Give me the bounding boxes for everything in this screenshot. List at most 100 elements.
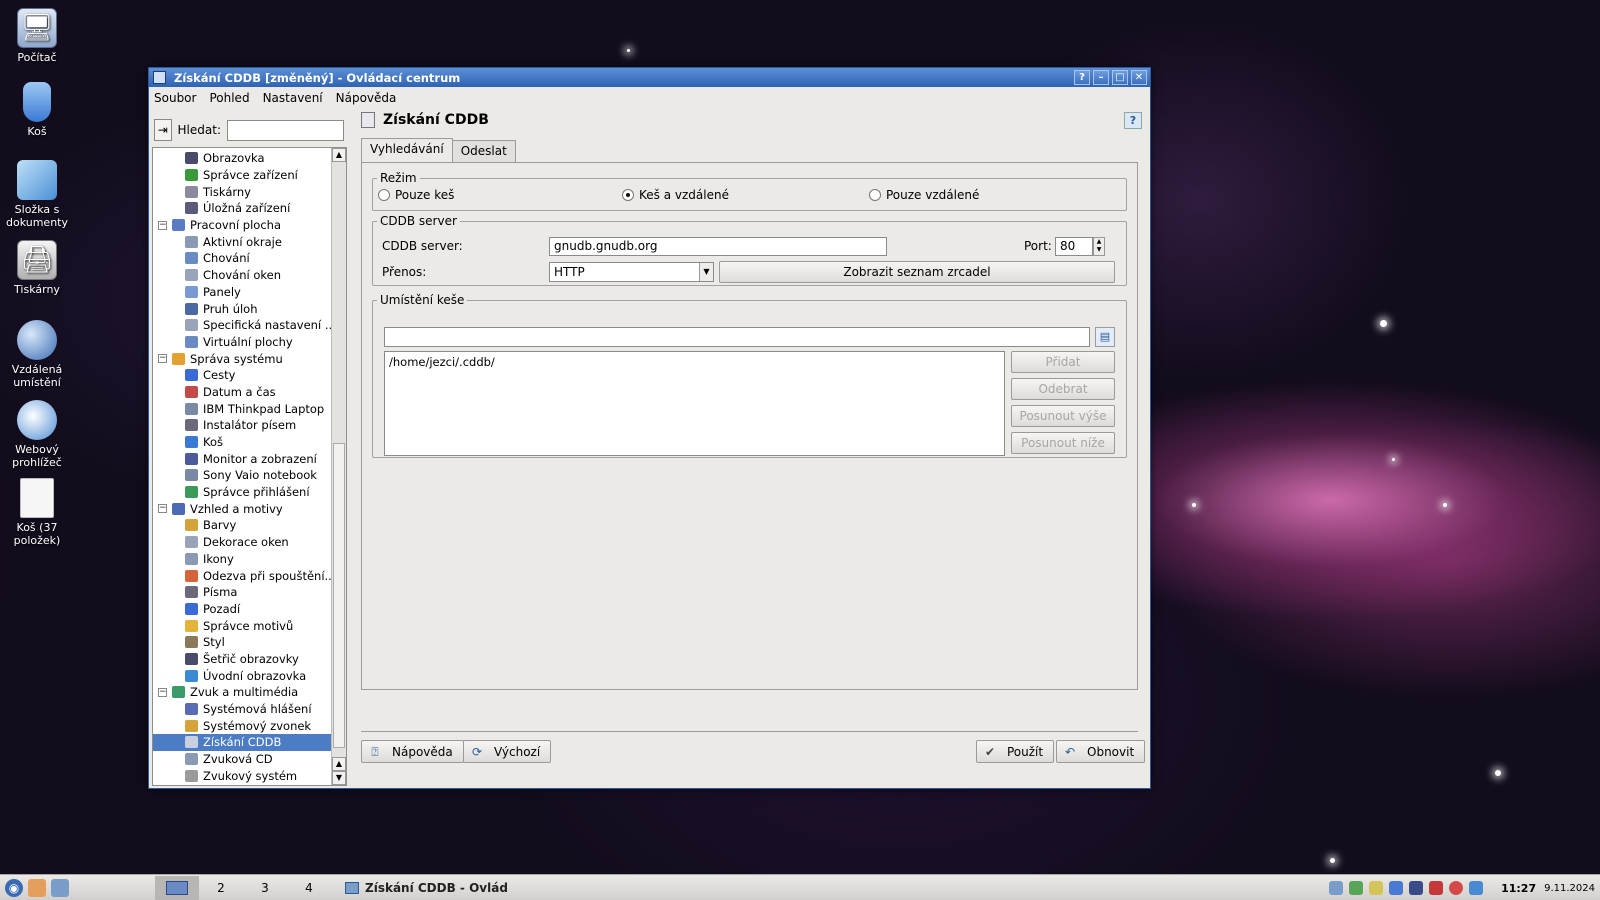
window-titlebar[interactable]: Získání CDDB [změněný] - Ovládací centru… [149, 68, 1150, 87]
folder-open-icon[interactable]: ▤ [1095, 327, 1115, 347]
tree-item[interactable]: Virtuální plochy [153, 334, 331, 351]
desktop-4[interactable]: 4 [287, 876, 331, 900]
desktop-icon-remote[interactable]: Vzdálená umístění [4, 320, 70, 389]
port-input[interactable]: 80 [1055, 237, 1093, 256]
menu-nastaveni[interactable]: Nastavení [263, 91, 323, 105]
tree-item[interactable]: Chování oken [153, 267, 331, 284]
tray-network-icon[interactable] [1349, 881, 1364, 895]
maximize-button[interactable]: □ [1112, 70, 1128, 85]
desktop-icon-printers[interactable]: 🖨 Tiskárny [4, 240, 70, 296]
tray-keyboard-icon[interactable] [1409, 881, 1424, 895]
scroll-thumb[interactable] [333, 443, 345, 748]
tree-item[interactable]: IBM Thinkpad Laptop [153, 400, 331, 417]
kmenu-icon[interactable]: ◉ [5, 878, 23, 897]
taskbar-task-control-center[interactable]: Získání CDDB - Ovlád [339, 877, 514, 899]
tree-item[interactable]: Získání CDDB [153, 734, 331, 751]
scroll-up-arrow[interactable]: ▲ [332, 148, 346, 162]
menu-pohled[interactable]: Pohled [209, 91, 249, 105]
tree-category[interactable]: − Pracovní plocha [153, 217, 331, 234]
add-button[interactable]: Přidat [1011, 351, 1115, 373]
tray-alert-icon[interactable] [1449, 881, 1464, 895]
move-down-button[interactable]: Posunout níže [1011, 432, 1115, 454]
tab-odeslat[interactable]: Odeslat [451, 140, 516, 162]
defaults-button[interactable]: ⟳ Výchozí [463, 740, 552, 763]
port-spinner[interactable]: ▲ ▼ [1093, 237, 1105, 256]
apply-button[interactable]: ✔ Použít [976, 740, 1055, 763]
move-up-button[interactable]: Posunout výše [1011, 405, 1115, 427]
tray-updater-icon[interactable] [1469, 881, 1484, 895]
radio-remote-only[interactable]: Pouze vzdálené [869, 188, 979, 202]
radio-cache-only[interactable]: Pouze keš [378, 188, 454, 202]
help-button[interactable]: ⍰ Nápověda [361, 740, 464, 763]
tree-item[interactable]: Pozadí [153, 601, 331, 618]
collapse-toggle-icon[interactable]: − [158, 354, 167, 364]
scroll-down-arrow[interactable]: ▼ [332, 771, 346, 785]
clock-time[interactable]: 11:27 [1501, 882, 1536, 895]
desktop-2[interactable]: 2 [199, 876, 243, 900]
remove-button[interactable]: Odebrat [1011, 378, 1115, 400]
tray-clipboard-icon[interactable] [1369, 881, 1384, 895]
reset-button[interactable]: ↶ Obnovit [1056, 740, 1146, 763]
cache-path-input[interactable] [384, 327, 1090, 347]
show-mirrors-button[interactable]: Zobrazit seznam zrcadel [719, 261, 1115, 283]
desktop-icon-computer[interactable]: 🖥 Počítač [4, 8, 70, 64]
transfer-select[interactable]: HTTP ▼ [549, 262, 714, 282]
search-input[interactable] [227, 119, 344, 141]
desktop-1[interactable] [155, 875, 199, 900]
tray-volume-icon[interactable] [1389, 881, 1404, 895]
tree-item[interactable]: Zvukový systém [153, 767, 331, 784]
tree-item[interactable]: Úložná zařízení [153, 200, 331, 217]
scroll-up-arrow-bottom[interactable]: ▲ [332, 757, 346, 771]
tree-item[interactable]: Sony Vaio notebook [153, 467, 331, 484]
tree-item[interactable]: Monitor a zobrazení [153, 450, 331, 467]
home-folder-icon[interactable] [28, 878, 46, 897]
radio-cache-and-remote[interactable]: Keš a vzdálené [622, 188, 729, 202]
server-input[interactable]: gnudb.gnudb.org [549, 237, 887, 256]
desktop-icon-browser[interactable]: Webový prohlížeč [4, 400, 70, 469]
show-desktop-icon[interactable] [51, 878, 69, 897]
tree-item[interactable]: Obrazovka [153, 150, 331, 167]
tree-scrollbar[interactable]: ▲ ▲ ▼ [331, 148, 346, 785]
collapse-toggle-icon[interactable]: − [158, 504, 167, 514]
tree-item[interactable]: Styl [153, 634, 331, 651]
menu-soubor[interactable]: Soubor [154, 91, 196, 105]
tree-item[interactable]: Cesty [153, 367, 331, 384]
tree-item[interactable]: Správce zařízení [153, 167, 331, 184]
tree-item[interactable]: Správce motivů [153, 617, 331, 634]
clear-search-button[interactable]: ⇥ [154, 119, 172, 141]
help-window-button[interactable]: ? [1074, 70, 1090, 85]
tree-item[interactable]: Datum a čas [153, 384, 331, 401]
tree-category[interactable]: − Správa systému [153, 350, 331, 367]
tree-item[interactable]: Tiskárny [153, 183, 331, 200]
desktop-3[interactable]: 3 [243, 876, 287, 900]
list-item[interactable]: /home/jezci/.cddb/ [389, 355, 1000, 369]
tree-item[interactable]: Správce přihlášení [153, 484, 331, 501]
desktop-icon-documents[interactable]: Složka s dokumenty [4, 160, 70, 229]
desktop-icon-trash[interactable]: Koš [4, 82, 70, 138]
tree-item[interactable]: Pruh úloh [153, 300, 331, 317]
tree-item[interactable]: Specifická nastavení ... [153, 317, 336, 334]
tree-item[interactable]: Instalátor písem [153, 417, 331, 434]
tree-item[interactable]: Úvodní obrazovka [153, 667, 331, 684]
minimize-button[interactable]: – [1093, 70, 1109, 85]
tree-item[interactable]: Dekorace oken [153, 534, 331, 551]
tree-item[interactable]: Koš [153, 434, 331, 451]
tree-category[interactable]: − Zvuk a multimédia [153, 684, 331, 701]
clock-date[interactable]: 9.11.2024 [1544, 883, 1595, 894]
tab-vyhledavani[interactable]: Vyhledávání [361, 138, 453, 162]
tree-item[interactable]: Aktivní okraje [153, 233, 331, 250]
tree-item[interactable]: Chování [153, 250, 331, 267]
tree-item[interactable]: Systémová hlášení [153, 701, 331, 718]
help-icon[interactable]: ? [1124, 112, 1142, 129]
tree-item[interactable]: Barvy [153, 517, 331, 534]
tree-item[interactable]: Panely [153, 284, 331, 301]
tree-item[interactable]: Odezva při spouštění... [153, 567, 336, 584]
tree-item[interactable]: Zvuková CD [153, 751, 331, 768]
collapse-toggle-icon[interactable]: − [158, 687, 167, 697]
cache-locations-list[interactable]: /home/jezci/.cddb/ [384, 351, 1005, 456]
tree-category[interactable]: − Vzhled a motivy [153, 500, 331, 517]
tray-language-flag-icon[interactable] [1429, 881, 1444, 895]
tree-item[interactable]: Systémový zvonek [153, 717, 331, 734]
tree-item[interactable]: Šetřič obrazovky [153, 651, 331, 668]
desktop-icon-trash-full[interactable]: Koš (37 položek) [4, 478, 70, 547]
